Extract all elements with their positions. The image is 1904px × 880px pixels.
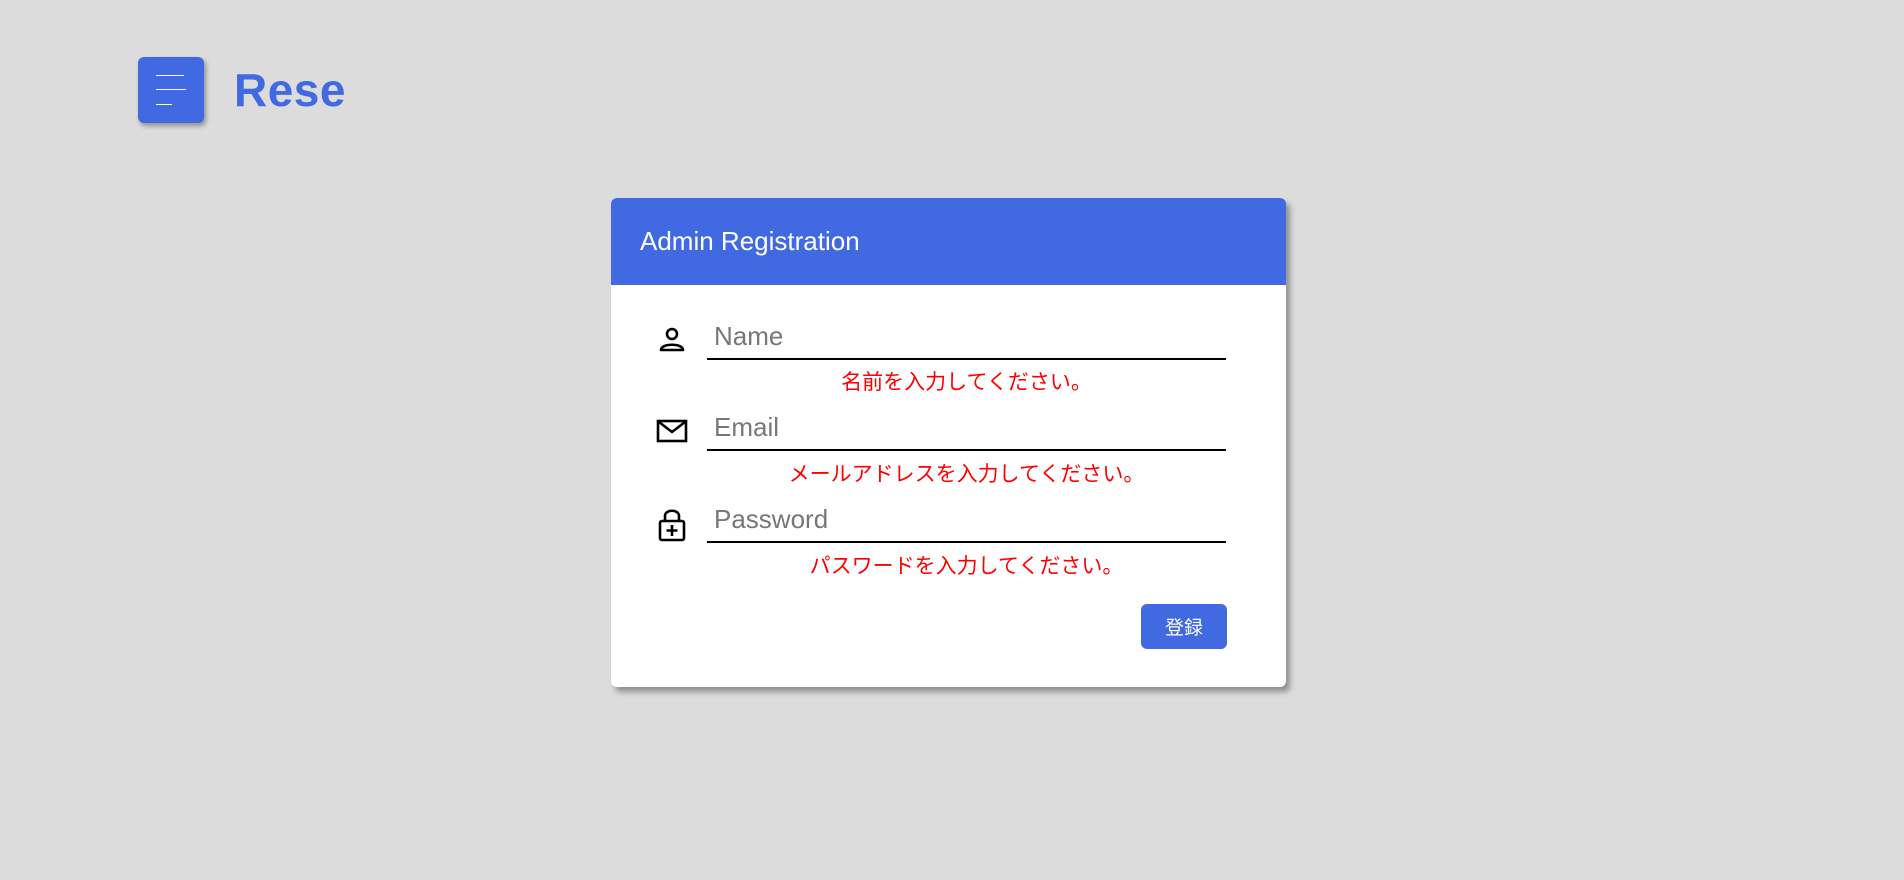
brand-logo[interactable]: Rese: [234, 63, 346, 117]
name-field-row: [611, 314, 1286, 364]
name-input[interactable]: [707, 314, 1226, 360]
registration-card: Admin Registration 名前を入力してください。 メールアドレスを…: [611, 198, 1286, 687]
password-field-row: [611, 497, 1286, 547]
name-error-message: 名前を入力してください。: [841, 370, 1092, 394]
person-icon: [656, 324, 688, 356]
password-input[interactable]: [707, 497, 1226, 543]
register-button[interactable]: 登録: [1141, 604, 1227, 649]
hamburger-menu-icon-line: [156, 89, 186, 90]
email-input[interactable]: [707, 405, 1226, 451]
lock-plus-icon: [656, 507, 688, 542]
password-error-message: パスワードを入力してください。: [809, 554, 1124, 578]
hamburger-menu-icon-line: [156, 104, 172, 105]
mail-icon: [656, 415, 688, 447]
app-header: Rese: [138, 57, 346, 123]
hamburger-menu-icon: [156, 75, 184, 76]
email-field-row: [611, 405, 1286, 455]
card-title: Admin Registration: [640, 226, 860, 256]
menu-button[interactable]: [138, 57, 204, 123]
card-header: Admin Registration: [611, 198, 1286, 285]
email-error-message: メールアドレスを入力してください。: [788, 462, 1145, 486]
